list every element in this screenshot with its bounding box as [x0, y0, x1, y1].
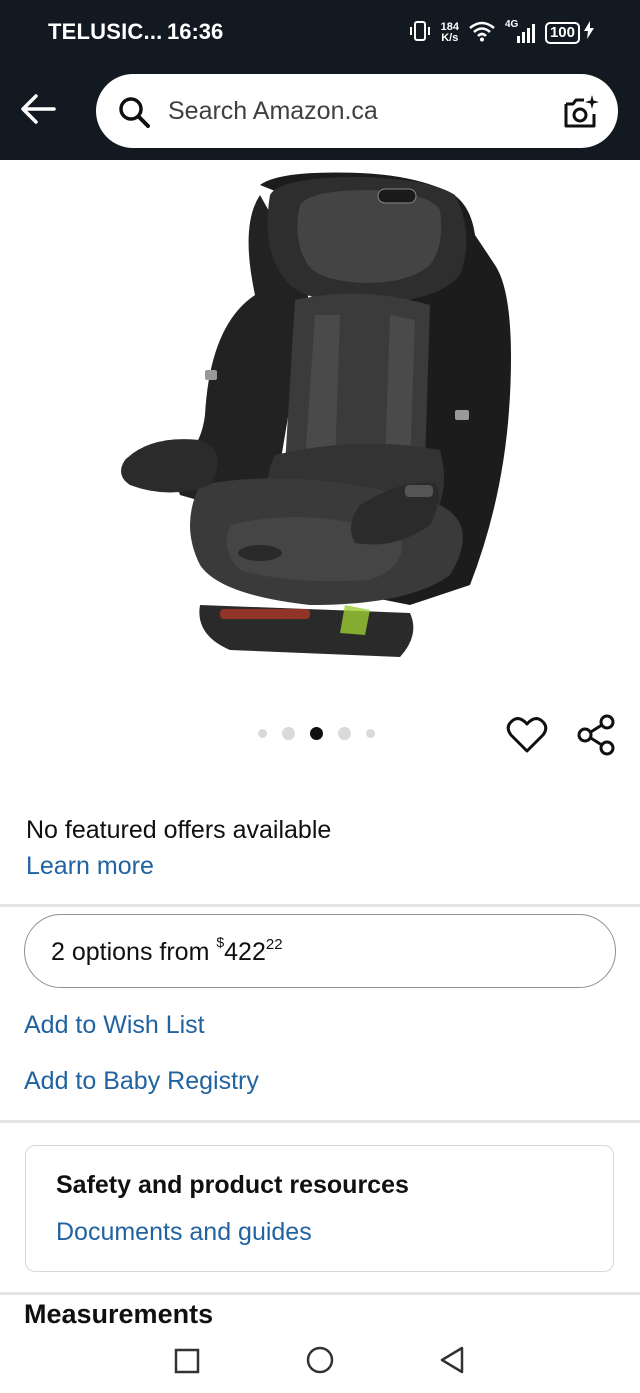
search-icon[interactable]: [118, 96, 150, 128]
home-icon[interactable]: [305, 1345, 335, 1375]
cellular-signal-icon: 4G: [505, 19, 535, 44]
clock: 16:36: [167, 19, 224, 44]
app-header: TELUSIC... 16:36 184 K/s 4G 100: [0, 0, 640, 160]
price-currency: $: [216, 934, 225, 950]
section-divider: [0, 1292, 640, 1295]
options-prefix: 2 options from: [51, 938, 217, 966]
documents-guides-link[interactable]: Documents and guides: [56, 1218, 312, 1247]
system-navigation-bar: [0, 1330, 640, 1393]
options-price: $42222: [216, 934, 283, 966]
network-speed-unit: K/s: [441, 31, 459, 44]
recent-apps-icon[interactable]: [174, 1348, 200, 1374]
image-carousel-indicator: [258, 727, 375, 740]
search-bar[interactable]: [96, 74, 618, 148]
add-to-baby-registry-link[interactable]: Add to Baby Registry: [24, 1067, 259, 1096]
wifi-icon: [469, 20, 495, 45]
section-divider: [0, 1120, 640, 1123]
camera-lens-icon[interactable]: [562, 94, 600, 130]
measurements-heading: Measurements: [24, 1299, 214, 1329]
charging-icon: [584, 21, 594, 44]
network-speed-value: 184: [440, 20, 459, 33]
battery-level: 100: [549, 23, 575, 41]
network-speed: 184 K/s: [440, 20, 459, 44]
section-divider: [0, 904, 640, 907]
buying-options-label: 2 options from $42222: [51, 934, 283, 967]
carousel-dot[interactable]: [258, 729, 267, 738]
product-image[interactable]: [110, 165, 530, 675]
safety-resources-card: Safety and product resources Documents a…: [25, 1145, 614, 1272]
learn-more-link[interactable]: Learn more: [26, 852, 154, 881]
carousel-dot[interactable]: [282, 727, 295, 740]
battery-indicator: 100: [544, 21, 580, 44]
carousel-dot[interactable]: [338, 727, 351, 740]
carousel-dot-active[interactable]: [310, 727, 323, 740]
back-triangle-icon[interactable]: [438, 1345, 466, 1375]
price-whole: 422: [224, 938, 266, 966]
carrier-name: TELUSIC...: [48, 19, 163, 44]
share-icon[interactable]: [576, 714, 616, 756]
back-arrow-icon[interactable]: [20, 93, 56, 125]
status-bar: TELUSIC... 16:36 184 K/s 4G 100: [0, 0, 640, 66]
buying-options-button[interactable]: 2 options from $42222: [24, 914, 616, 988]
no-offers-message: No featured offers available: [26, 816, 332, 844]
resources-title: Safety and product resources: [56, 1171, 409, 1199]
system-icons: 184 K/s 4G 100: [409, 19, 594, 45]
heart-icon[interactable]: [506, 715, 548, 755]
carousel-dot[interactable]: [366, 729, 375, 738]
add-to-wish-list-link[interactable]: Add to Wish List: [24, 1011, 205, 1040]
price-cents: 22: [265, 936, 283, 953]
search-input[interactable]: [168, 94, 548, 128]
vibrate-icon: [409, 20, 431, 45]
